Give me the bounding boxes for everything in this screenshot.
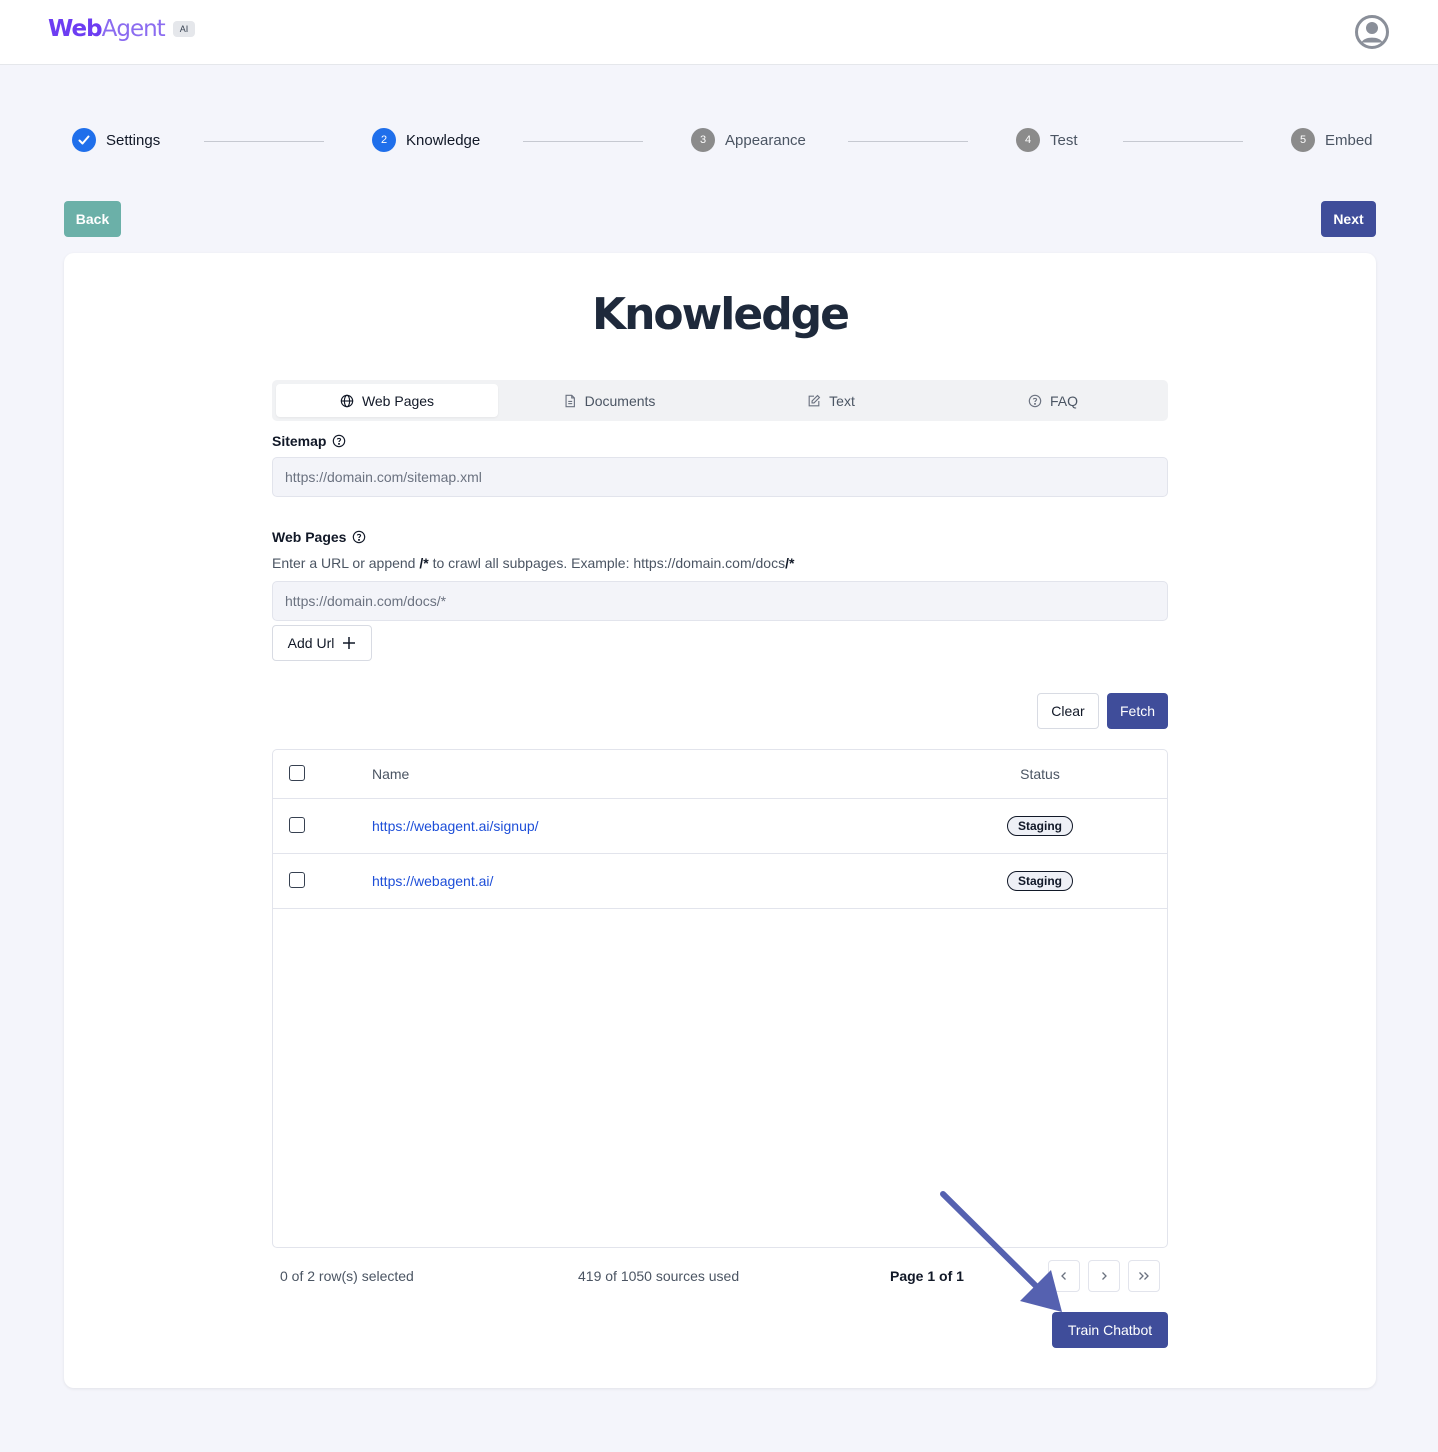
chevron-right-icon xyxy=(1102,1272,1107,1280)
webpages-hint: Enter a URL or append /* to crawl all su… xyxy=(272,555,795,571)
source-url-link[interactable]: https://webagent.ai/signup/ xyxy=(372,818,539,834)
sources-used-count: 419 of 1050 sources used xyxy=(578,1268,740,1284)
step-appearance[interactable]: 3 Appearance xyxy=(691,128,806,152)
tab-label: Text xyxy=(829,392,855,409)
step-connector xyxy=(848,141,968,142)
column-header-status: Status xyxy=(1020,766,1060,782)
logo-text-web: Web xyxy=(48,16,103,42)
chevron-left-icon xyxy=(1061,1272,1066,1280)
edit-icon xyxy=(808,394,821,406)
next-button[interactable]: Next xyxy=(1321,201,1376,237)
status-badge: Staging xyxy=(1007,871,1073,891)
tab-documents[interactable]: Documents xyxy=(498,384,720,417)
step-number: 5 xyxy=(1291,128,1315,152)
step-connector xyxy=(204,141,324,142)
train-chatbot-button[interactable]: Train Chatbot xyxy=(1052,1312,1168,1348)
next-page-button[interactable] xyxy=(1088,1260,1120,1292)
user-avatar-icon[interactable] xyxy=(1355,15,1389,49)
add-url-button[interactable]: Add Url xyxy=(272,625,372,661)
webpages-label-row: Web Pages xyxy=(272,529,1168,545)
table-row: https://webagent.ai/signup/ Staging xyxy=(273,799,1167,854)
top-bar: Web Agent AI xyxy=(0,0,1438,65)
tab-label: Web Pages xyxy=(361,392,435,409)
document-icon xyxy=(565,394,575,407)
last-page-button[interactable] xyxy=(1128,1260,1160,1292)
webpages-label: Web Pages xyxy=(272,529,347,545)
step-label: Test xyxy=(1050,131,1078,149)
step-label: Settings xyxy=(106,131,161,149)
step-embed[interactable]: 5 Embed xyxy=(1291,128,1373,152)
tab-faq[interactable]: FAQ xyxy=(942,384,1164,417)
chevrons-right-icon xyxy=(1139,1272,1149,1280)
step-label: Appearance xyxy=(725,131,806,149)
step-connector xyxy=(523,141,643,142)
fetch-button[interactable]: Fetch xyxy=(1107,693,1168,729)
previous-page-button[interactable] xyxy=(1048,1260,1080,1292)
help-circle-icon[interactable] xyxy=(332,434,346,448)
tab-web-pages[interactable]: Web Pages xyxy=(276,384,498,417)
page-title: Knowledge xyxy=(591,289,850,340)
plus-icon xyxy=(343,637,356,649)
row-checkbox[interactable] xyxy=(289,872,305,888)
globe-icon xyxy=(340,394,354,407)
step-settings[interactable]: Settings xyxy=(72,128,160,152)
source-tabs: Web Pages Documents Text FAQ xyxy=(272,380,1168,421)
table-header: Name Status xyxy=(273,750,1167,799)
tab-text[interactable]: Text xyxy=(720,384,942,417)
back-button[interactable]: Back xyxy=(64,201,121,237)
sitemap-label: Sitemap xyxy=(272,433,327,449)
source-url-link[interactable]: https://webagent.ai/ xyxy=(372,873,493,889)
logo-text-agent: Agent xyxy=(101,16,166,42)
check-icon xyxy=(72,128,96,152)
step-number: 3 xyxy=(691,128,715,152)
help-circle-icon xyxy=(1028,394,1042,407)
status-cell: Staging xyxy=(1006,871,1074,891)
clear-button[interactable]: Clear xyxy=(1037,693,1099,729)
step-number: 4 xyxy=(1016,128,1040,152)
step-label: Embed xyxy=(1325,131,1373,149)
page-indicator: Page 1 of 1 xyxy=(890,1268,964,1284)
sitemap-label-row: Sitemap xyxy=(272,433,1168,449)
sources-table: Name Status https://webagent.ai/signup/ … xyxy=(272,749,1168,1248)
sitemap-input[interactable]: https://domain.com/sitemap.xml xyxy=(272,457,1168,497)
table-row: https://webagent.ai/ Staging xyxy=(273,854,1167,909)
tab-label: Documents xyxy=(584,392,656,409)
tab-label: FAQ xyxy=(1049,392,1078,409)
column-header-name: Name xyxy=(372,766,410,782)
status-cell: Staging xyxy=(1006,816,1074,836)
webpage-url-input[interactable]: https://domain.com/docs/* xyxy=(272,581,1168,621)
logo-badge: AI xyxy=(172,21,196,37)
logo[interactable]: Web Agent AI xyxy=(48,16,196,42)
add-url-label: Add Url xyxy=(287,635,335,651)
row-checkbox[interactable] xyxy=(289,817,305,833)
step-test[interactable]: 4 Test xyxy=(1016,128,1078,152)
step-number: 2 xyxy=(372,128,396,152)
wizard-stepper: Settings 2 Knowledge 3 Appearance 4 Test… xyxy=(0,128,1438,154)
knowledge-card: Knowledge Web Pages Documents Text FAQ S… xyxy=(64,253,1376,1388)
step-label: Knowledge xyxy=(406,131,481,149)
step-connector xyxy=(1123,141,1243,142)
rows-selected-count: 0 of 2 row(s) selected xyxy=(280,1268,414,1284)
help-circle-icon[interactable] xyxy=(352,530,366,544)
select-all-checkbox[interactable] xyxy=(289,765,305,781)
step-knowledge[interactable]: 2 Knowledge xyxy=(372,128,480,152)
status-badge: Staging xyxy=(1007,816,1073,836)
